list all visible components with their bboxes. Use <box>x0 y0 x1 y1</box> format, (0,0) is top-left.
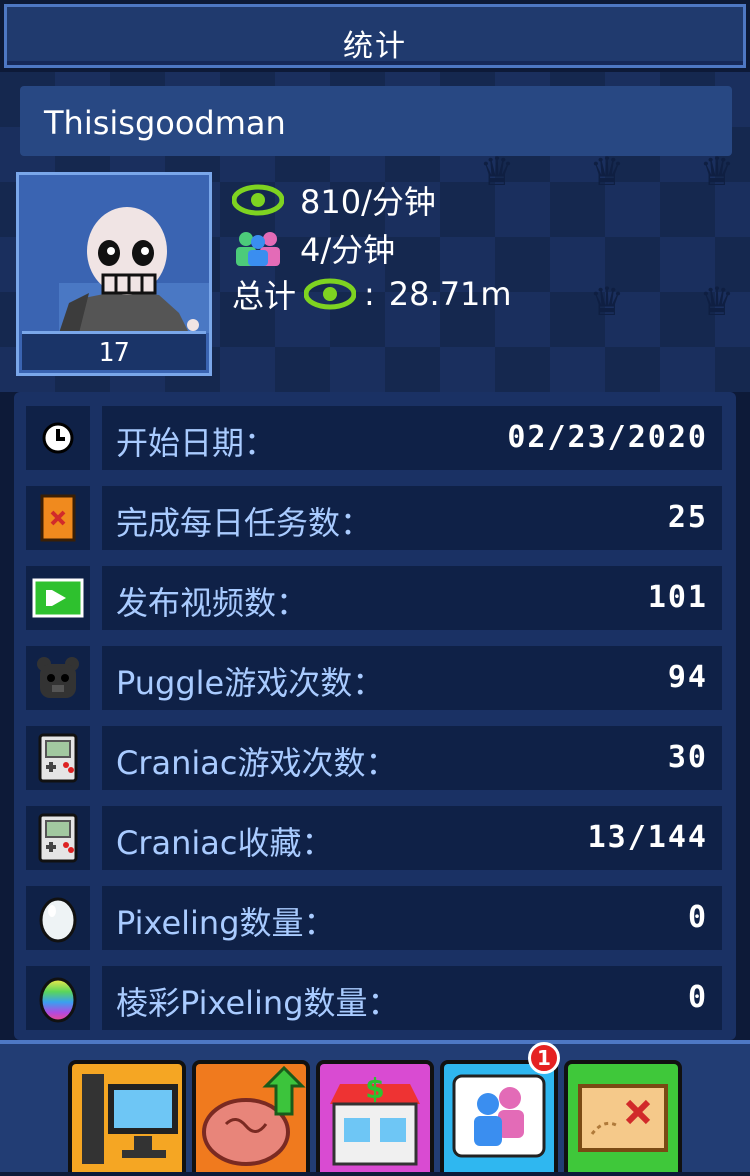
trophy-icon: ♛ <box>702 271 732 327</box>
subscribers-rate-value: 4/分钟 <box>300 231 396 269</box>
map-icon <box>578 1084 668 1152</box>
clock-icon <box>42 422 74 454</box>
stat-row-icon <box>26 966 90 1030</box>
social-icon <box>452 1074 546 1158</box>
stat-row-daily-quests: 完成每日任务数： 25 <box>102 486 722 550</box>
rainbow-egg-icon <box>39 977 77 1023</box>
avatar[interactable]: 17 <box>16 172 212 376</box>
total-label: 总计 <box>232 277 297 315</box>
stat-label: Craniac游戏次数： <box>116 744 398 782</box>
shop-icon: $ <box>330 1072 420 1166</box>
stat-label: Craniac收藏： <box>116 824 334 862</box>
eye-icon <box>304 276 357 312</box>
views-rate-value: 810/分钟 <box>300 183 436 221</box>
level-strip: 17 <box>22 331 206 370</box>
stat-row-craniac-plays: Craniac游戏次数： 30 <box>102 726 722 790</box>
nav-computer-button[interactable] <box>68 1060 186 1172</box>
stat-label: 完成每日任务数： <box>116 504 373 542</box>
player-level: 17 <box>98 338 130 368</box>
stat-label: 棱彩Pixeling数量： <box>116 984 400 1022</box>
handheld-console-icon <box>38 813 78 863</box>
skull-avatar-icon <box>59 207 209 333</box>
stat-row-pixelings: Pixeling数量： 0 <box>102 886 722 950</box>
handheld-console-icon <box>38 733 78 783</box>
subscribers-rate: 4/分钟 <box>232 228 396 269</box>
nav-social-button[interactable] <box>440 1060 558 1172</box>
egg-icon <box>39 897 77 943</box>
stat-row-puggle: Puggle游戏次数： 94 <box>102 646 722 710</box>
notification-badge: 1 <box>528 1042 560 1074</box>
stat-row-icon <box>26 726 90 790</box>
page-title: 统计 <box>343 29 407 64</box>
stat-value: 30 <box>667 740 708 775</box>
stat-row-icon <box>26 486 90 550</box>
stat-row-icon <box>26 406 90 470</box>
quest-scroll-icon <box>40 494 76 542</box>
total-views: 总计 : 28.71m <box>232 274 512 315</box>
stat-row-icon <box>26 806 90 870</box>
puggle-icon <box>37 657 79 698</box>
stat-label: Pixeling数量： <box>116 904 336 942</box>
stat-value: 101 <box>647 580 708 615</box>
views-rate: 810/分钟 <box>232 180 436 221</box>
nav-shop-button[interactable]: $ <box>316 1060 434 1172</box>
stat-value: 0 <box>687 900 708 935</box>
nav-map-button[interactable] <box>564 1060 682 1172</box>
subscribers-icon <box>232 230 284 266</box>
brain-upgrade-icon <box>202 1065 306 1166</box>
stat-row-videos: 发布视频数： 101 <box>102 566 722 630</box>
title-bar: 统计 <box>4 4 746 68</box>
stat-row-icon <box>26 566 90 630</box>
stat-label: 发布视频数： <box>116 584 309 622</box>
stat-label: Puggle游戏次数： <box>116 664 385 702</box>
total-separator: : <box>364 275 375 313</box>
eye-icon <box>232 182 284 218</box>
stat-row-start-date: 开始日期： 02/23/2020 <box>102 406 722 470</box>
computer-icon <box>82 1074 178 1164</box>
nav-brain-upgrade-button[interactable] <box>192 1060 310 1172</box>
stat-value: 02/23/2020 <box>507 420 708 455</box>
stat-row-craniac-collection: Craniac收藏： 13/144 <box>102 806 722 870</box>
stat-row-icon <box>26 886 90 950</box>
video-icon <box>32 578 84 618</box>
username-bar: Thisisgoodman <box>20 86 732 156</box>
stat-value: 94 <box>667 660 708 695</box>
stat-value: 13/144 <box>587 820 708 855</box>
trophy-icon: ♛ <box>592 271 622 327</box>
svg-text:$: $ <box>365 1072 384 1105</box>
stat-value: 25 <box>667 500 708 535</box>
stat-label: 开始日期： <box>116 424 277 462</box>
stat-row-icon <box>26 646 90 710</box>
stat-value: 0 <box>687 980 708 1015</box>
total-value: 28.71m <box>388 275 512 313</box>
username: Thisisgoodman <box>44 104 286 142</box>
stat-row-prismatic-pixelings: 棱彩Pixeling数量： 0 <box>102 966 722 1030</box>
